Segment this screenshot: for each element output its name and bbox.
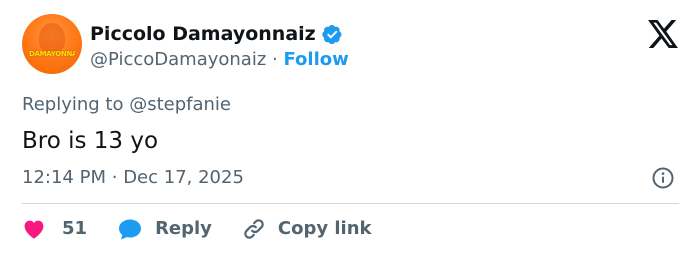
timestamp-separator: · [111,167,118,188]
replying-to: Replying to @stepfanie [22,93,231,117]
avatar-logo-text: DAMAYONNAIZ [29,50,75,58]
tweet-timestamp[interactable]: 12:14 PM · Dec 17, 2025 [22,166,244,190]
author-name-row: Piccolo Damayonnaiz [90,22,343,46]
avatar-figure [39,23,65,53]
handle-separator: · [272,49,278,70]
follow-button[interactable]: Follow [283,49,348,70]
author-handle[interactable]: @PiccoDamayonaiz [90,49,266,70]
speech-bubble-icon [119,219,142,240]
copy-link-button[interactable]: Copy link [242,217,372,241]
avatar[interactable]: DAMAYONNAIZ [22,14,82,74]
link-icon [244,219,264,239]
tweet-text: Bro is 13 yo [22,128,159,154]
reply-label: Reply [155,218,212,239]
like-count: 51 [62,218,88,239]
verified-badge-icon [322,24,343,45]
tweet-time: 12:14 PM [22,167,106,188]
replying-prefix: Replying to [22,94,124,115]
x-logo-icon[interactable] [648,20,678,48]
replying-handle-link[interactable]: @stepfanie [129,94,231,115]
heart-icon [24,220,44,239]
info-icon[interactable] [651,166,675,190]
reply-button[interactable]: Reply [117,217,212,241]
tweet-card: DAMAYONNAIZ Piccolo Damayonnaiz @PiccoDa… [0,0,700,256]
divider [22,203,679,204]
author-handle-row: @PiccoDamayonaiz · Follow [90,48,349,72]
action-bar: 51 Reply Copy link [22,215,372,243]
tweet-date: Dec 17, 2025 [123,167,244,188]
copy-link-label: Copy link [277,218,372,239]
like-button[interactable]: 51 [22,217,87,241]
author-display-name[interactable]: Piccolo Damayonnaiz [90,22,316,46]
